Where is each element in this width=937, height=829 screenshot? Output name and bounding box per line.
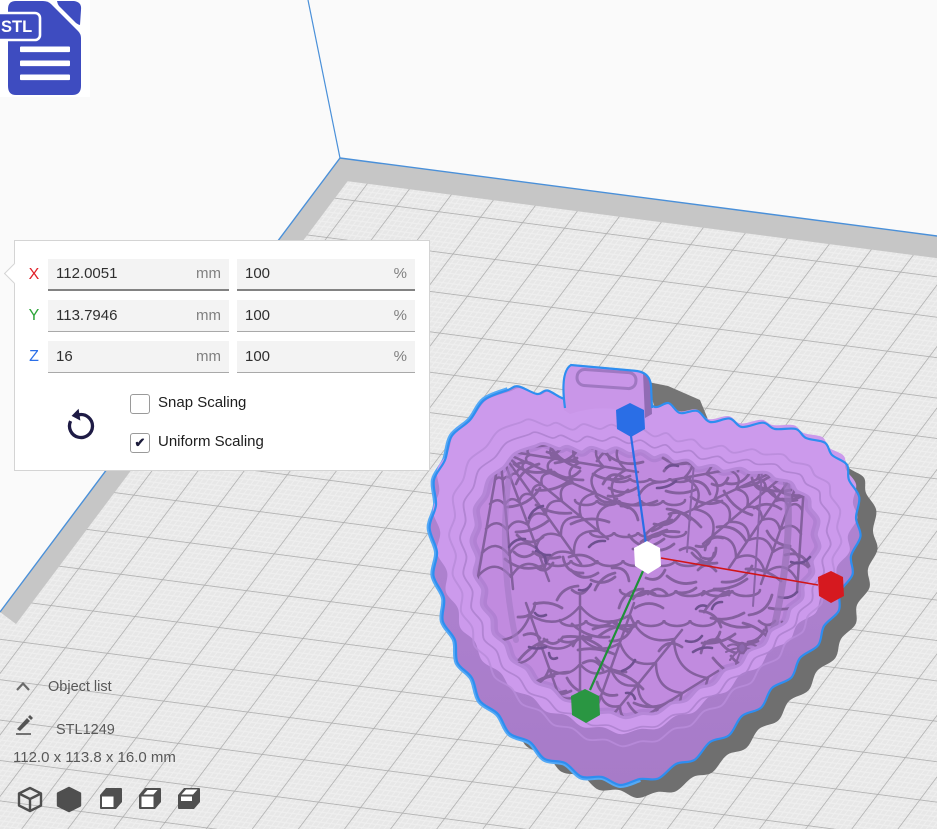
svg-text:STL: STL — [1, 18, 32, 36]
